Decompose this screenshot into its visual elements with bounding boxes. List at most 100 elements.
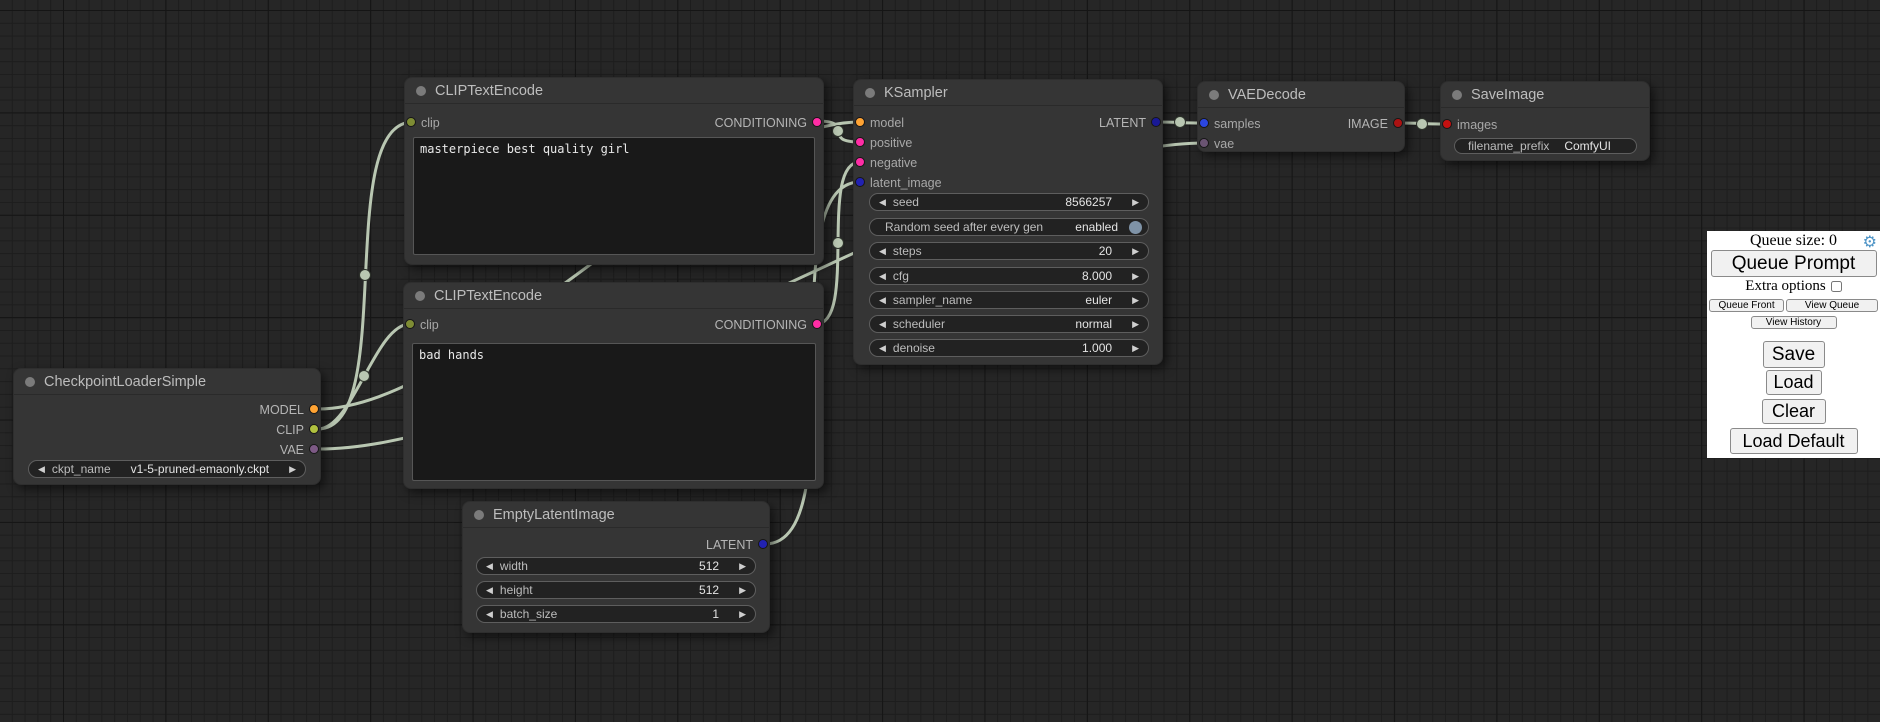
ckpt-name-widget[interactable]: ◀ ckpt_name v1-5-pruned-emaonly.ckpt ▶ — [28, 460, 306, 478]
clip-input-port[interactable] — [406, 117, 416, 127]
node-title-label: SaveImage — [1471, 87, 1544, 103]
decrement-arrow-icon[interactable]: ◀ — [879, 272, 886, 281]
node-clip-text-encode-negative[interactable]: CLIPTextEncode clip CONDITIONING bad han… — [403, 282, 824, 489]
batch-size-widget[interactable]: ◀ batch_size 1 ▶ — [476, 605, 756, 623]
positive-input-port[interactable] — [855, 137, 865, 147]
widget-value: 512 — [699, 583, 719, 597]
node-titlebar[interactable]: SaveImage — [1441, 82, 1649, 108]
images-input-port[interactable] — [1442, 119, 1452, 129]
node-titlebar[interactable]: CheckpointLoaderSimple — [14, 369, 320, 395]
sampler-name-widget[interactable]: ◀ sampler_name euler ▶ — [869, 291, 1149, 309]
decrement-arrow-icon[interactable]: ◀ — [486, 586, 493, 595]
node-save-image[interactable]: SaveImage images filename_prefix ComfyUI — [1440, 81, 1650, 161]
widget-value: 1 — [712, 607, 719, 621]
samples-input-port[interactable] — [1199, 118, 1209, 128]
increment-arrow-icon[interactable]: ▶ — [1132, 247, 1139, 256]
prompt-textarea[interactable]: masterpiece best quality girl — [413, 137, 815, 255]
negative-input-port[interactable] — [855, 157, 865, 167]
node-titlebar[interactable]: VAEDecode — [1198, 82, 1404, 108]
node-vae-decode[interactable]: VAEDecode samples IMAGE vae — [1197, 81, 1405, 152]
decrement-arrow-icon[interactable]: ◀ — [486, 610, 493, 619]
decrement-arrow-icon[interactable]: ◀ — [879, 296, 886, 305]
increment-arrow-icon[interactable]: ▶ — [1132, 344, 1139, 353]
extra-options-label: Extra options — [1745, 278, 1825, 295]
widget-value: 1.000 — [1082, 341, 1112, 355]
output-slot-label: VAE — [280, 443, 304, 457]
widget-name: ckpt_name — [52, 462, 111, 476]
collapse-dot-icon[interactable] — [415, 291, 425, 301]
steps-widget[interactable]: ◀ steps 20 ▶ — [869, 242, 1149, 260]
increment-arrow-icon[interactable]: ▶ — [739, 586, 746, 595]
increment-arrow-icon[interactable]: ▶ — [1132, 296, 1139, 305]
input-slot-label: model — [870, 116, 904, 130]
conditioning-output-port[interactable] — [812, 319, 822, 329]
collapse-dot-icon[interactable] — [416, 86, 426, 96]
model-input-port[interactable] — [855, 117, 865, 127]
latent-image-input-port[interactable] — [855, 177, 865, 187]
increment-arrow-icon[interactable]: ▶ — [1132, 272, 1139, 281]
node-checkpoint-loader-simple[interactable]: CheckpointLoaderSimple MODEL CLIP VAE ◀ … — [13, 368, 321, 485]
collapse-dot-icon[interactable] — [1452, 90, 1462, 100]
denoise-widget[interactable]: ◀ denoise 1.000 ▶ — [869, 339, 1149, 357]
height-widget[interactable]: ◀ height 512 ▶ — [476, 581, 756, 599]
prompt-textarea[interactable]: bad hands — [412, 343, 816, 481]
settings-gear-icon[interactable]: ⚙ — [1863, 232, 1877, 251]
increment-arrow-icon[interactable]: ▶ — [1132, 320, 1139, 329]
cfg-widget[interactable]: ◀ cfg 8.000 ▶ — [869, 267, 1149, 285]
widget-value: euler — [1085, 293, 1112, 307]
seed-widget[interactable]: ◀ seed 8566257 ▶ — [869, 193, 1149, 211]
input-slot-label: vae — [1214, 137, 1234, 151]
save-button[interactable]: Save — [1763, 341, 1825, 368]
extra-options-checkbox[interactable] — [1831, 281, 1842, 292]
image-output-port[interactable] — [1393, 118, 1403, 128]
node-clip-text-encode-positive[interactable]: CLIPTextEncode clip CONDITIONING masterp… — [404, 77, 824, 265]
widget-name: Random seed after every gen — [885, 220, 1043, 234]
queue-prompt-button[interactable]: Queue Prompt — [1711, 250, 1877, 277]
filename-prefix-widget[interactable]: filename_prefix ComfyUI — [1454, 138, 1637, 154]
decrement-arrow-icon[interactable]: ◀ — [879, 320, 886, 329]
toggle-enabled-icon[interactable] — [1129, 221, 1142, 234]
vae-output-port[interactable] — [309, 444, 319, 454]
widget-name: sampler_name — [893, 293, 972, 307]
queue-size-label: Queue size: 0 — [1750, 232, 1837, 249]
decrement-arrow-icon[interactable]: ◀ — [38, 465, 45, 474]
node-titlebar[interactable]: KSampler — [854, 80, 1162, 106]
conditioning-output-port[interactable] — [812, 117, 822, 127]
link-midpoint-dot — [1417, 119, 1428, 130]
node-empty-latent-image[interactable]: EmptyLatentImage LATENT ◀ width 512 ▶ ◀ … — [462, 501, 770, 633]
collapse-dot-icon[interactable] — [474, 510, 484, 520]
increment-arrow-icon[interactable]: ▶ — [289, 465, 296, 474]
node-titlebar[interactable]: CLIPTextEncode — [404, 283, 823, 309]
decrement-arrow-icon[interactable]: ◀ — [486, 562, 493, 571]
widget-value: v1-5-pruned-emaonly.ckpt — [131, 462, 270, 476]
clip-input-port[interactable] — [405, 319, 415, 329]
vae-input-port[interactable] — [1199, 138, 1209, 148]
model-output-port[interactable] — [309, 404, 319, 414]
collapse-dot-icon[interactable] — [25, 377, 35, 387]
collapse-dot-icon[interactable] — [865, 88, 875, 98]
latent-output-port[interactable] — [1151, 117, 1161, 127]
view-queue-button[interactable]: View Queue — [1786, 299, 1878, 312]
clip-output-port[interactable] — [309, 424, 319, 434]
queue-front-button[interactable]: Queue Front — [1709, 299, 1784, 312]
node-titlebar[interactable]: EmptyLatentImage — [463, 502, 769, 528]
decrement-arrow-icon[interactable]: ◀ — [879, 247, 886, 256]
decrement-arrow-icon[interactable]: ◀ — [879, 198, 886, 207]
node-titlebar[interactable]: CLIPTextEncode — [405, 78, 823, 104]
load-default-button[interactable]: Load Default — [1730, 428, 1858, 454]
scheduler-widget[interactable]: ◀ scheduler normal ▶ — [869, 315, 1149, 333]
view-history-button[interactable]: View History — [1751, 316, 1837, 329]
input-slot-label: samples — [1214, 117, 1261, 131]
output-slot-label: IMAGE — [1348, 117, 1388, 131]
increment-arrow-icon[interactable]: ▶ — [739, 610, 746, 619]
clear-button[interactable]: Clear — [1762, 399, 1826, 424]
decrement-arrow-icon[interactable]: ◀ — [879, 344, 886, 353]
collapse-dot-icon[interactable] — [1209, 90, 1219, 100]
random-seed-toggle-widget[interactable]: Random seed after every gen enabled — [869, 218, 1149, 236]
node-ksampler[interactable]: KSampler model LATENT positive negative … — [853, 79, 1163, 365]
width-widget[interactable]: ◀ width 512 ▶ — [476, 557, 756, 575]
increment-arrow-icon[interactable]: ▶ — [1132, 198, 1139, 207]
increment-arrow-icon[interactable]: ▶ — [739, 562, 746, 571]
load-button[interactable]: Load — [1766, 370, 1822, 395]
latent-output-port[interactable] — [758, 539, 768, 549]
